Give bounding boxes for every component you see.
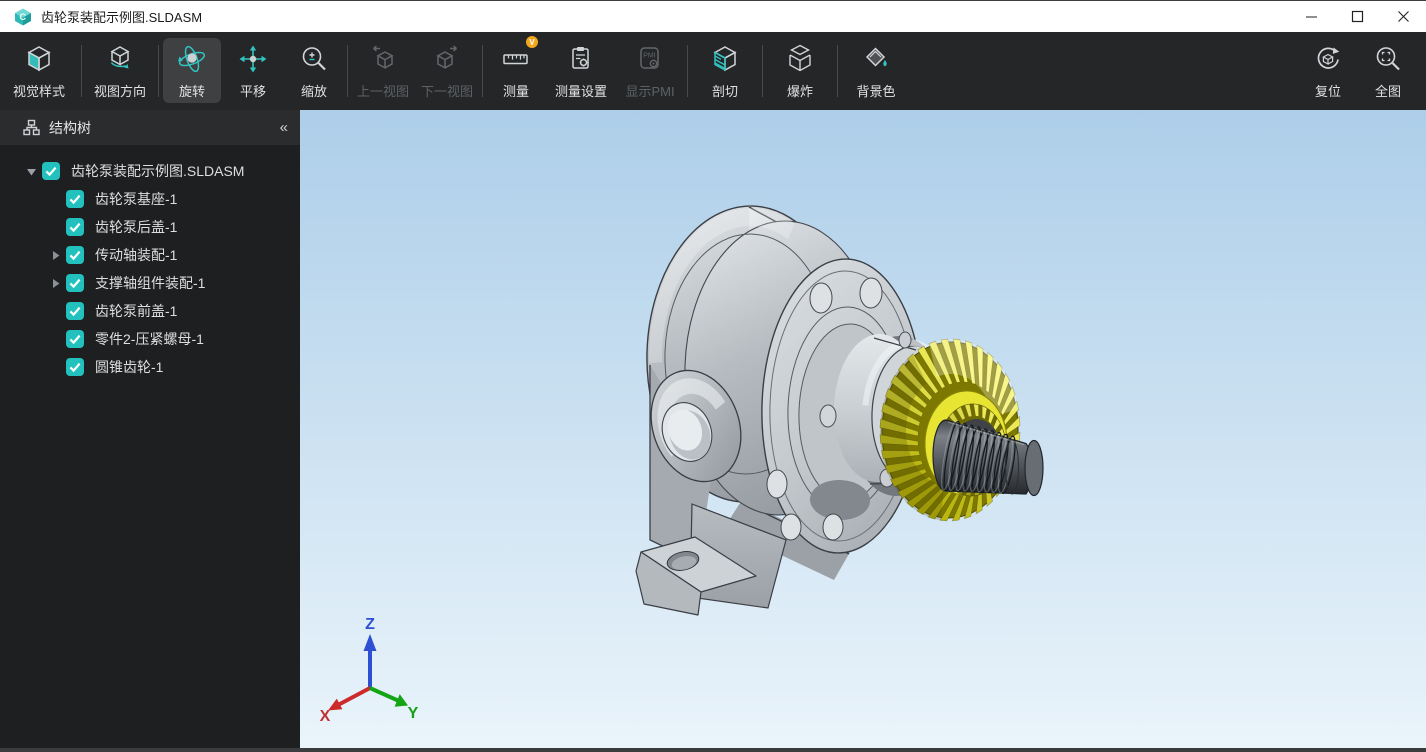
toolbar-button-measure-settings[interactable]: 测量设置	[546, 32, 616, 110]
toolbar-button-view-orientation[interactable]: 视图方向	[85, 32, 155, 110]
expand-arrow-icon[interactable]	[24, 164, 38, 178]
structure-tree: 齿轮泵装配示例图.SLDASM 齿轮泵基座-1 齿轮泵后盖-1 传动轴装配-1	[0, 145, 300, 381]
expand-arrow-icon[interactable]	[48, 276, 62, 290]
measure-icon: V	[501, 40, 531, 78]
toolbar-divider	[347, 45, 348, 97]
pan-icon	[238, 40, 268, 78]
measure-badge: V	[526, 36, 538, 48]
tree-item-label[interactable]: 齿轮泵前盖-1	[95, 301, 177, 321]
toolbar-button-reset-view[interactable]: 复位	[1298, 32, 1358, 110]
structure-tree-header: 结构树 «	[0, 110, 300, 145]
measure-settings-icon	[566, 40, 596, 78]
tree-item-label[interactable]: 齿轮泵后盖-1	[95, 217, 177, 237]
checkbox-checked[interactable]	[66, 190, 84, 208]
maximize-button[interactable]	[1334, 1, 1380, 32]
toolbar-button-fit-view[interactable]: 全图	[1358, 32, 1418, 110]
toolbar-button-previous-view: 上一视图	[351, 32, 415, 110]
fit-view-icon	[1373, 40, 1403, 78]
tree-item-label[interactable]: 齿轮泵装配示例图.SLDASM	[71, 161, 244, 181]
checkbox-checked[interactable]	[66, 358, 84, 376]
toolbar-button-next-view: 下一视图	[415, 32, 479, 110]
tree-item-label[interactable]: 支撑轴组件装配-1	[95, 273, 205, 293]
close-button[interactable]	[1380, 1, 1426, 32]
tree-row[interactable]: 零件2-压紧螺母-1	[0, 325, 300, 353]
toolbar-button-pan[interactable]: 平移	[222, 32, 284, 110]
close-icon	[1397, 10, 1410, 23]
axis-label-z: Z	[365, 616, 375, 633]
maximize-icon	[1351, 10, 1364, 23]
next-view-icon	[432, 40, 462, 78]
tree-item-label[interactable]: 传动轴装配-1	[95, 245, 177, 265]
axis-label-y: Y	[408, 705, 419, 722]
tree-row[interactable]: 圆锥齿轮-1	[0, 353, 300, 381]
view-orientation-icon	[105, 40, 135, 78]
checkbox-checked[interactable]	[66, 330, 84, 348]
tree-row[interactable]: 齿轮泵后盖-1	[0, 213, 300, 241]
toolbar-button-rotate[interactable]: 旋转	[163, 38, 221, 103]
toolbar-button-measure[interactable]: V 测量	[486, 32, 546, 110]
gear-pump-model	[636, 203, 1043, 615]
toolbar-button-show-pmi: PMI 显示PMI	[616, 32, 684, 110]
axis-triad: Z X Y	[320, 616, 419, 725]
expand-arrow-icon[interactable]	[48, 248, 62, 262]
checkbox-checked[interactable]	[42, 162, 60, 180]
previous-view-icon	[368, 40, 398, 78]
tree-row[interactable]: 齿轮泵基座-1	[0, 185, 300, 213]
model-canvas: Z X Y	[300, 110, 1426, 748]
toolbar-button-explode[interactable]: 爆炸	[766, 32, 834, 110]
checkbox-checked[interactable]	[66, 302, 84, 320]
window-bottom-edge	[0, 748, 1426, 752]
tree-item-label[interactable]: 零件2-压紧螺母-1	[95, 329, 204, 349]
toolbar-divider	[687, 45, 688, 97]
toolbar-button-section[interactable]: 剖切	[691, 32, 759, 110]
structure-tree-panel: 结构树 « 齿轮泵装配示例图.SLDASM 齿轮泵基座-1 齿轮泵后盖-1	[0, 110, 300, 748]
show-pmi-icon: PMI	[635, 40, 665, 78]
collapse-panel-button[interactable]: «	[280, 119, 286, 136]
tree-item-label[interactable]: 圆锥齿轮-1	[95, 357, 163, 377]
toolbar-divider	[158, 45, 159, 97]
toolbar-divider	[837, 45, 838, 97]
explode-icon	[785, 40, 815, 78]
svg-text:PMI: PMI	[643, 53, 656, 60]
minimize-icon	[1305, 10, 1318, 23]
tree-row[interactable]: 齿轮泵前盖-1	[0, 297, 300, 325]
axis-label-x: X	[320, 708, 331, 725]
visual-style-icon	[24, 40, 54, 78]
minimize-button[interactable]	[1288, 1, 1334, 32]
rotate-icon	[176, 40, 208, 78]
tree-item-label[interactable]: 齿轮泵基座-1	[95, 189, 177, 209]
zoom-icon	[299, 40, 329, 78]
toolbar: 视觉样式 视图方向 旋转	[0, 32, 1426, 110]
reset-view-icon	[1313, 40, 1343, 78]
viewport-3d[interactable]: Z X Y	[300, 110, 1426, 748]
window-title: 齿轮泵装配示例图.SLDASM	[41, 7, 202, 26]
title-bar: C 齿轮泵装配示例图.SLDASM	[0, 0, 1426, 32]
tree-icon	[23, 119, 40, 136]
structure-tree-title: 结构树	[49, 118, 91, 138]
app-logo-icon: C	[14, 8, 32, 26]
toolbar-divider	[81, 45, 82, 97]
checkbox-checked[interactable]	[66, 218, 84, 236]
checkbox-checked[interactable]	[66, 246, 84, 264]
checkbox-checked[interactable]	[66, 274, 84, 292]
toolbar-button-zoom[interactable]: 缩放	[284, 32, 344, 110]
tree-row[interactable]: 支撑轴组件装配-1	[0, 269, 300, 297]
toolbar-divider	[482, 45, 483, 97]
tree-row[interactable]: 传动轴装配-1	[0, 241, 300, 269]
background-color-icon	[861, 40, 891, 78]
toolbar-button-visual-style[interactable]: 视觉样式	[0, 32, 78, 110]
toolbar-divider	[762, 45, 763, 97]
svg-text:C: C	[20, 12, 27, 22]
section-icon	[710, 40, 740, 78]
toolbar-button-background-color[interactable]: 背景色	[841, 32, 911, 110]
tree-row-root[interactable]: 齿轮泵装配示例图.SLDASM	[0, 157, 300, 185]
